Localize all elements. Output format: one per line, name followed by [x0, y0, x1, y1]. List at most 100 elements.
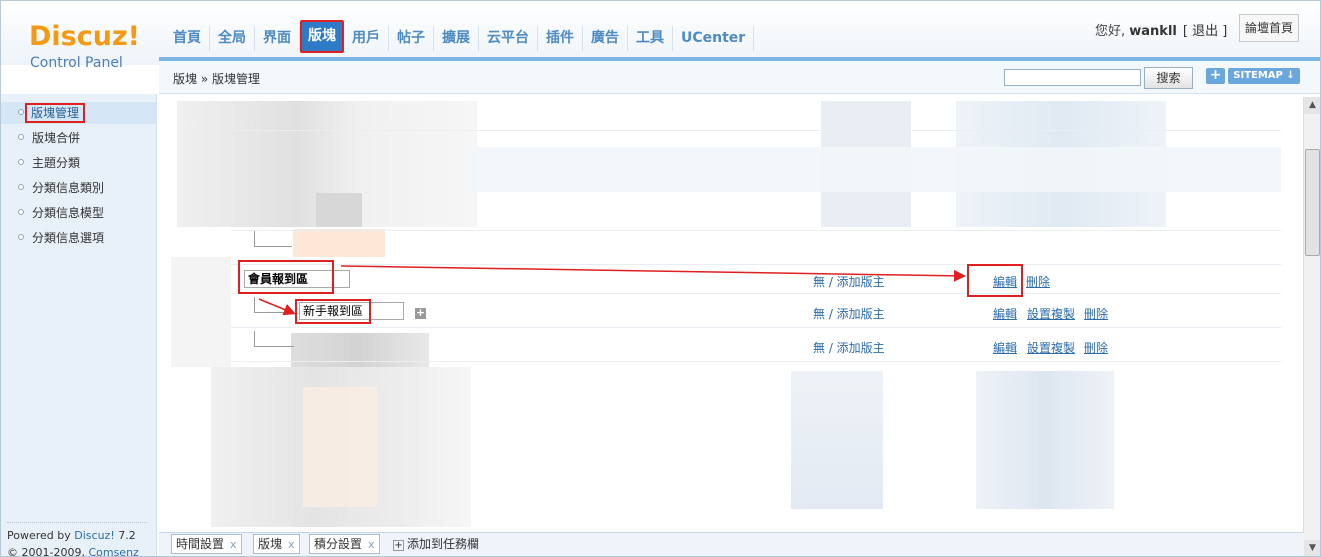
nav-posts[interactable]: 帖子 — [389, 26, 434, 51]
sidebar-item-forum-merge[interactable]: 版塊合併 — [1, 127, 157, 149]
row-divider — [231, 130, 1281, 131]
sidebar-item-label: 分類信息選項 — [32, 231, 105, 245]
copyright-prefix: © 2001-2009, — [7, 546, 89, 557]
tree-connector — [254, 231, 292, 247]
tree-connector — [254, 297, 294, 313]
delete-link[interactable]: 刪除 — [1084, 339, 1108, 356]
sidebar: 版塊管理 版塊合併 主題分類 分類信息類別 分類信息模型 分類信息選項 Powe… — [1, 94, 157, 557]
row-divider — [231, 230, 1281, 231]
task-tab-credit-settings[interactable]: 積分設置 x — [309, 534, 380, 554]
vertical-scrollbar[interactable]: ▲ ▼ — [1303, 97, 1320, 556]
bullet-icon — [18, 234, 24, 240]
nav-extensions[interactable]: 擴展 — [434, 26, 479, 51]
sidebar-item-label: 主題分類 — [32, 156, 81, 170]
forum-home-button[interactable]: 論壇首頁 — [1239, 14, 1299, 42]
discuz-logo[interactable]: Discuz! — [29, 21, 140, 52]
sidebar-item-info-models[interactable]: 分類信息模型 — [1, 202, 157, 224]
username: wankll — [1129, 24, 1177, 39]
moderator-link[interactable]: 無 / 添加版主 — [813, 339, 885, 356]
close-icon[interactable]: x — [288, 538, 295, 551]
logo-subtitle: Control Panel — [30, 55, 123, 71]
add-to-taskbar-label: 添加到任務欄 — [407, 537, 480, 551]
tree-connector — [254, 331, 294, 347]
edit-link[interactable]: 編輯 — [993, 305, 1017, 322]
discuz-link[interactable]: Discuz! — [74, 529, 114, 542]
nav-forums[interactable]: 版塊 — [300, 20, 344, 53]
bullet-icon — [18, 184, 24, 190]
powered-by: Powered by Discuz! 7.2 © 2001-2009, Coms… — [7, 522, 147, 557]
redacted-block — [171, 257, 231, 367]
header: Discuz! Control Panel 首頁 全局 界面 版塊 用戶 帖子 … — [1, 1, 1320, 71]
delete-link[interactable]: 刪除 — [1026, 273, 1050, 290]
plus-icon: + — [393, 540, 404, 551]
forum-list: 會員報到區 無 / 添加版主 編輯 刪除 新手報到區 + 無 / 添加版主 編輯… — [171, 97, 1301, 533]
row-divider — [231, 264, 1281, 265]
nav-cloud[interactable]: 云平台 — [479, 26, 538, 51]
powered-prefix: Powered by — [7, 529, 75, 542]
delete-link[interactable]: 刪除 — [1084, 305, 1108, 322]
breadcrumb-bar: 版塊 » 版塊管理 搜索 + SITEMAP ↓ — [159, 61, 1320, 94]
task-label: 版塊 — [258, 537, 283, 551]
highlight-box — [967, 264, 1023, 297]
row-divider — [231, 361, 1281, 362]
redacted-block — [791, 371, 883, 509]
add-to-taskbar[interactable]: + 添加到任務欄 — [393, 535, 479, 552]
greeting-prefix: 您好, — [1095, 24, 1130, 39]
highlight-box — [238, 260, 334, 294]
scroll-down-icon[interactable]: ▼ — [1304, 540, 1320, 556]
redacted-block — [303, 387, 377, 507]
sidebar-item-label: 版塊管理 — [25, 103, 86, 123]
breadcrumb: 版塊 » 版塊管理 — [173, 72, 260, 86]
add-shortcut-button[interactable]: + — [1206, 68, 1225, 84]
close-icon[interactable]: x — [368, 538, 375, 551]
close-icon[interactable]: x — [230, 538, 237, 551]
sidebar-item-forum-manage[interactable]: 版塊管理 — [1, 102, 157, 124]
redacted-block — [471, 147, 1281, 192]
moderator-link[interactable]: 無 / 添加版主 — [813, 305, 885, 322]
expand-icon[interactable]: + — [415, 307, 426, 319]
nav-global[interactable]: 全局 — [210, 26, 255, 51]
redacted-block — [316, 193, 362, 227]
row-divider — [231, 327, 1281, 328]
bullet-icon — [18, 134, 24, 140]
logout-link[interactable]: [ 退出 ] — [1183, 24, 1227, 39]
main-nav: 首頁 全局 界面 版塊 用戶 帖子 擴展 云平台 插件 廣告 工具 UCente… — [165, 20, 755, 53]
task-tab-time-settings[interactable]: 時間設置 x — [171, 534, 242, 554]
nav-plugins[interactable]: 插件 — [538, 26, 583, 51]
moderator-link[interactable]: 無 / 添加版主 — [813, 273, 885, 290]
nav-users[interactable]: 用戶 — [344, 26, 389, 51]
powered-version: 7.2 — [114, 529, 136, 542]
nav-tools[interactable]: 工具 — [628, 26, 673, 51]
nav-ucenter[interactable]: UCenter — [673, 26, 755, 51]
bullet-icon — [18, 209, 24, 215]
search-button[interactable]: 搜索 — [1144, 67, 1193, 89]
scroll-up-icon[interactable]: ▲ — [1304, 97, 1320, 114]
redacted-block — [293, 229, 385, 257]
sidebar-item-label: 分類信息類別 — [32, 181, 105, 195]
highlight-box — [295, 299, 371, 324]
taskbar: 時間設置 x 版塊 x 積分設置 x + 添加到任務欄 — [159, 532, 1304, 556]
user-greeting: 您好, wankll [ 退出 ] — [1095, 20, 1227, 39]
row-divider — [231, 293, 1281, 294]
copy-settings-link[interactable]: 設置複製 — [1027, 339, 1075, 356]
bullet-icon — [18, 109, 24, 115]
nav-interface[interactable]: 界面 — [255, 26, 300, 51]
task-tab-forums[interactable]: 版塊 x — [253, 534, 300, 554]
sitemap-button[interactable]: SITEMAP ↓ — [1228, 68, 1300, 84]
nav-home[interactable]: 首頁 — [165, 26, 210, 51]
sidebar-item-info-options[interactable]: 分類信息選項 — [1, 227, 157, 249]
nav-ads[interactable]: 廣告 — [583, 26, 628, 51]
scroll-thumb[interactable] — [1305, 149, 1320, 256]
bullet-icon — [18, 159, 24, 165]
redacted-block — [976, 371, 1114, 509]
edit-link[interactable]: 編輯 — [993, 339, 1017, 356]
task-label: 時間設置 — [176, 537, 225, 551]
sidebar-item-label: 版塊合併 — [32, 131, 81, 145]
copy-settings-link[interactable]: 設置複製 — [1027, 305, 1075, 322]
task-label: 積分設置 — [314, 537, 363, 551]
sidebar-item-label: 分類信息模型 — [32, 206, 105, 220]
sidebar-item-thread-types[interactable]: 主題分類 — [1, 152, 157, 174]
sidebar-item-info-categories[interactable]: 分類信息類別 — [1, 177, 157, 199]
admin-window: Discuz! Control Panel 首頁 全局 界面 版塊 用戶 帖子 … — [0, 0, 1321, 557]
search-input[interactable] — [1004, 69, 1141, 86]
